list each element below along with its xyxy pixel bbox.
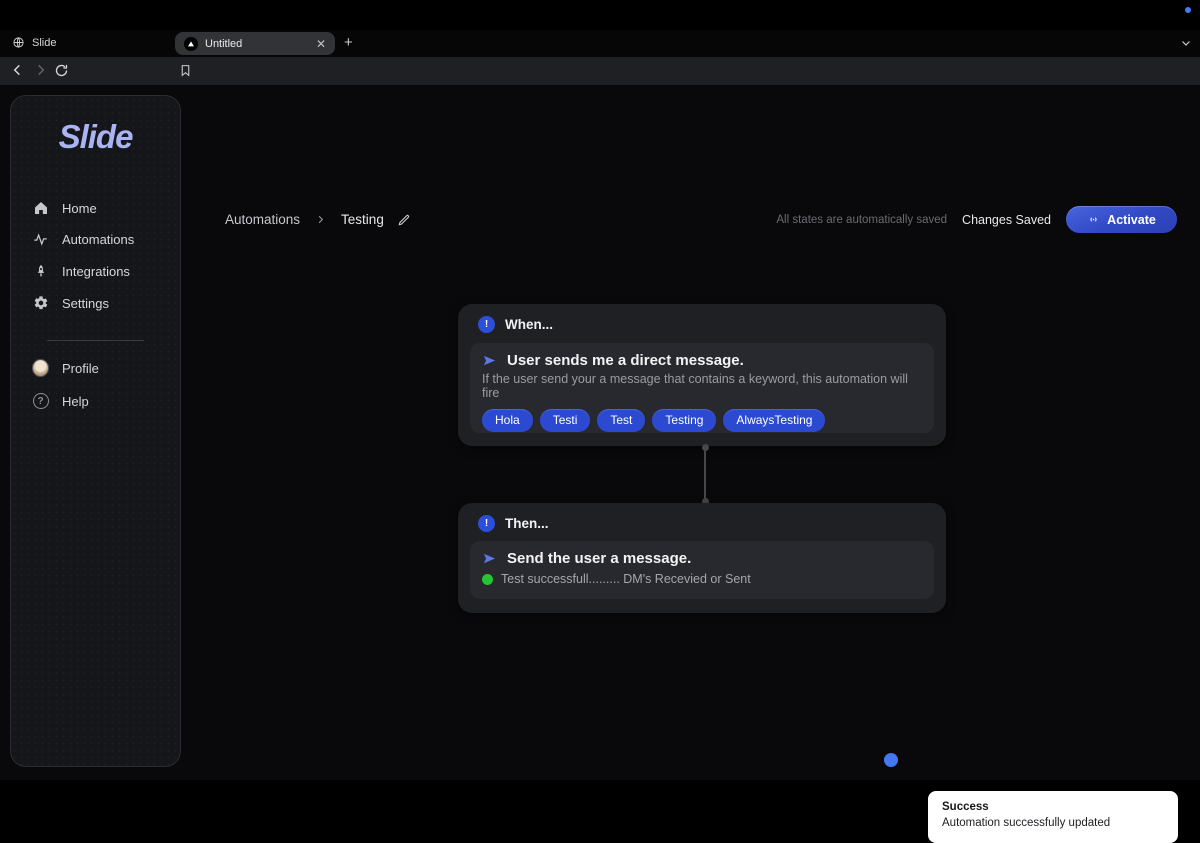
sidebar-item-label: Help (62, 394, 89, 409)
reload-button[interactable] (54, 63, 69, 78)
rocket-icon (32, 263, 49, 279)
then-card[interactable]: ! Then... Send the user a message. Test … (458, 503, 946, 613)
when-trigger-title: User sends me a direct message. (507, 352, 744, 369)
bookmark-icon[interactable] (179, 63, 192, 78)
activate-label: Activate (1107, 213, 1156, 227)
app-canvas: Slide Home Automations Integrations (0, 85, 1200, 780)
header-actions: All states are automatically saved Chang… (776, 206, 1177, 233)
sidebar-item-label: Profile (62, 361, 99, 376)
activate-button[interactable]: Activate (1066, 206, 1177, 233)
then-action-panel[interactable]: Send the user a message. Test successful… (470, 541, 934, 599)
window-profile-label: Slide (12, 36, 56, 49)
sidebar-item-label: Automations (62, 232, 134, 247)
canvas-blue-dot[interactable] (884, 753, 898, 767)
then-card-header: ! Then... (458, 503, 946, 532)
keyword-chip[interactable]: Testi (540, 409, 591, 432)
globe-icon (12, 36, 25, 49)
sidebar-item-profile[interactable]: Profile (11, 351, 180, 385)
forward-button[interactable] (32, 62, 48, 78)
profile-avatar (32, 359, 49, 377)
tab-strip: Slide Untitled ✕ + (0, 30, 1200, 57)
success-toast[interactable]: Success Automation successfully updated (928, 791, 1178, 843)
alert-circle-icon: ! (478, 316, 495, 333)
menu-bar (0, 0, 1200, 30)
sidebar-divider (47, 340, 144, 341)
when-trigger-description: If the user send your a message that con… (470, 369, 934, 400)
sidebar-item-label: Integrations (62, 264, 130, 279)
breadcrumb-current: Testing (341, 212, 384, 227)
success-dot-icon (482, 574, 493, 585)
autosave-note: All states are automatically saved (776, 214, 947, 226)
sidebar-item-automations[interactable]: Automations (11, 224, 180, 255)
window-label-text: Slide (32, 37, 56, 49)
camera-indicator-dot (1185, 7, 1191, 13)
back-button[interactable] (10, 62, 26, 78)
sidebar-item-label: Settings (62, 296, 109, 311)
alert-circle-icon: ! (478, 515, 495, 532)
connector-line (704, 448, 706, 500)
then-status-row: Test successfull......... DM's Recevied … (470, 567, 934, 586)
toast-message: Automation successfully updated (942, 817, 1164, 829)
gear-icon (32, 295, 49, 311)
browser-tab[interactable]: Untitled ✕ (175, 32, 335, 55)
keyword-chip[interactable]: AlwaysTesting (723, 409, 825, 432)
tab-search-chevron-icon[interactable] (1180, 37, 1192, 49)
save-status: Changes Saved (962, 213, 1051, 227)
sidebar-nav: Home Automations Integrations Settings (11, 192, 180, 319)
slide-logo: Slide (11, 118, 180, 156)
send-plane-icon (482, 353, 497, 368)
sidebar-item-home[interactable]: Home (11, 192, 180, 224)
sidebar-item-integrations[interactable]: Integrations (11, 255, 180, 287)
home-icon (32, 200, 49, 216)
breadcrumb: Automations Testing (225, 212, 411, 227)
keyword-chip-list: Hola Testi Test Testing AlwaysTesting (470, 400, 934, 432)
send-plane-icon (482, 551, 497, 566)
keyword-chip[interactable]: Test (597, 409, 645, 432)
when-card[interactable]: ! When... User sends me a direct message… (458, 304, 946, 446)
broadcast-icon (1087, 213, 1100, 226)
keyword-chip[interactable]: Hola (482, 409, 533, 432)
edit-pencil-icon[interactable] (397, 213, 411, 227)
keyword-chip[interactable]: Testing (652, 409, 716, 432)
when-label: When... (505, 317, 553, 332)
sidebar-item-label: Home (62, 201, 97, 216)
tab-title: Untitled (205, 38, 316, 50)
sidebar: Slide Home Automations Integrations (10, 95, 181, 767)
chevron-right-icon (315, 214, 326, 225)
new-tab-button[interactable]: + (344, 35, 353, 50)
toast-title: Success (942, 801, 1164, 813)
then-action-title: Send the user a message. (507, 550, 691, 567)
breadcrumb-automations[interactable]: Automations (225, 212, 300, 227)
sidebar-item-help[interactable]: ? Help (11, 385, 180, 417)
tab-close-icon[interactable]: ✕ (316, 38, 326, 50)
browser-toolbar: slide-beige.vercel.app/dashboard/NityamS… (0, 57, 1200, 85)
sidebar-item-settings[interactable]: Settings (11, 287, 180, 319)
vercel-favicon-icon (184, 37, 198, 51)
then-label: Then... (505, 516, 549, 531)
when-trigger-panel[interactable]: User sends me a direct message. If the u… (470, 343, 934, 433)
when-card-header: ! When... (458, 304, 946, 333)
help-icon: ? (32, 393, 49, 409)
automations-activity-icon (32, 232, 49, 247)
then-status-text: Test successfull......... DM's Recevied … (501, 572, 751, 586)
